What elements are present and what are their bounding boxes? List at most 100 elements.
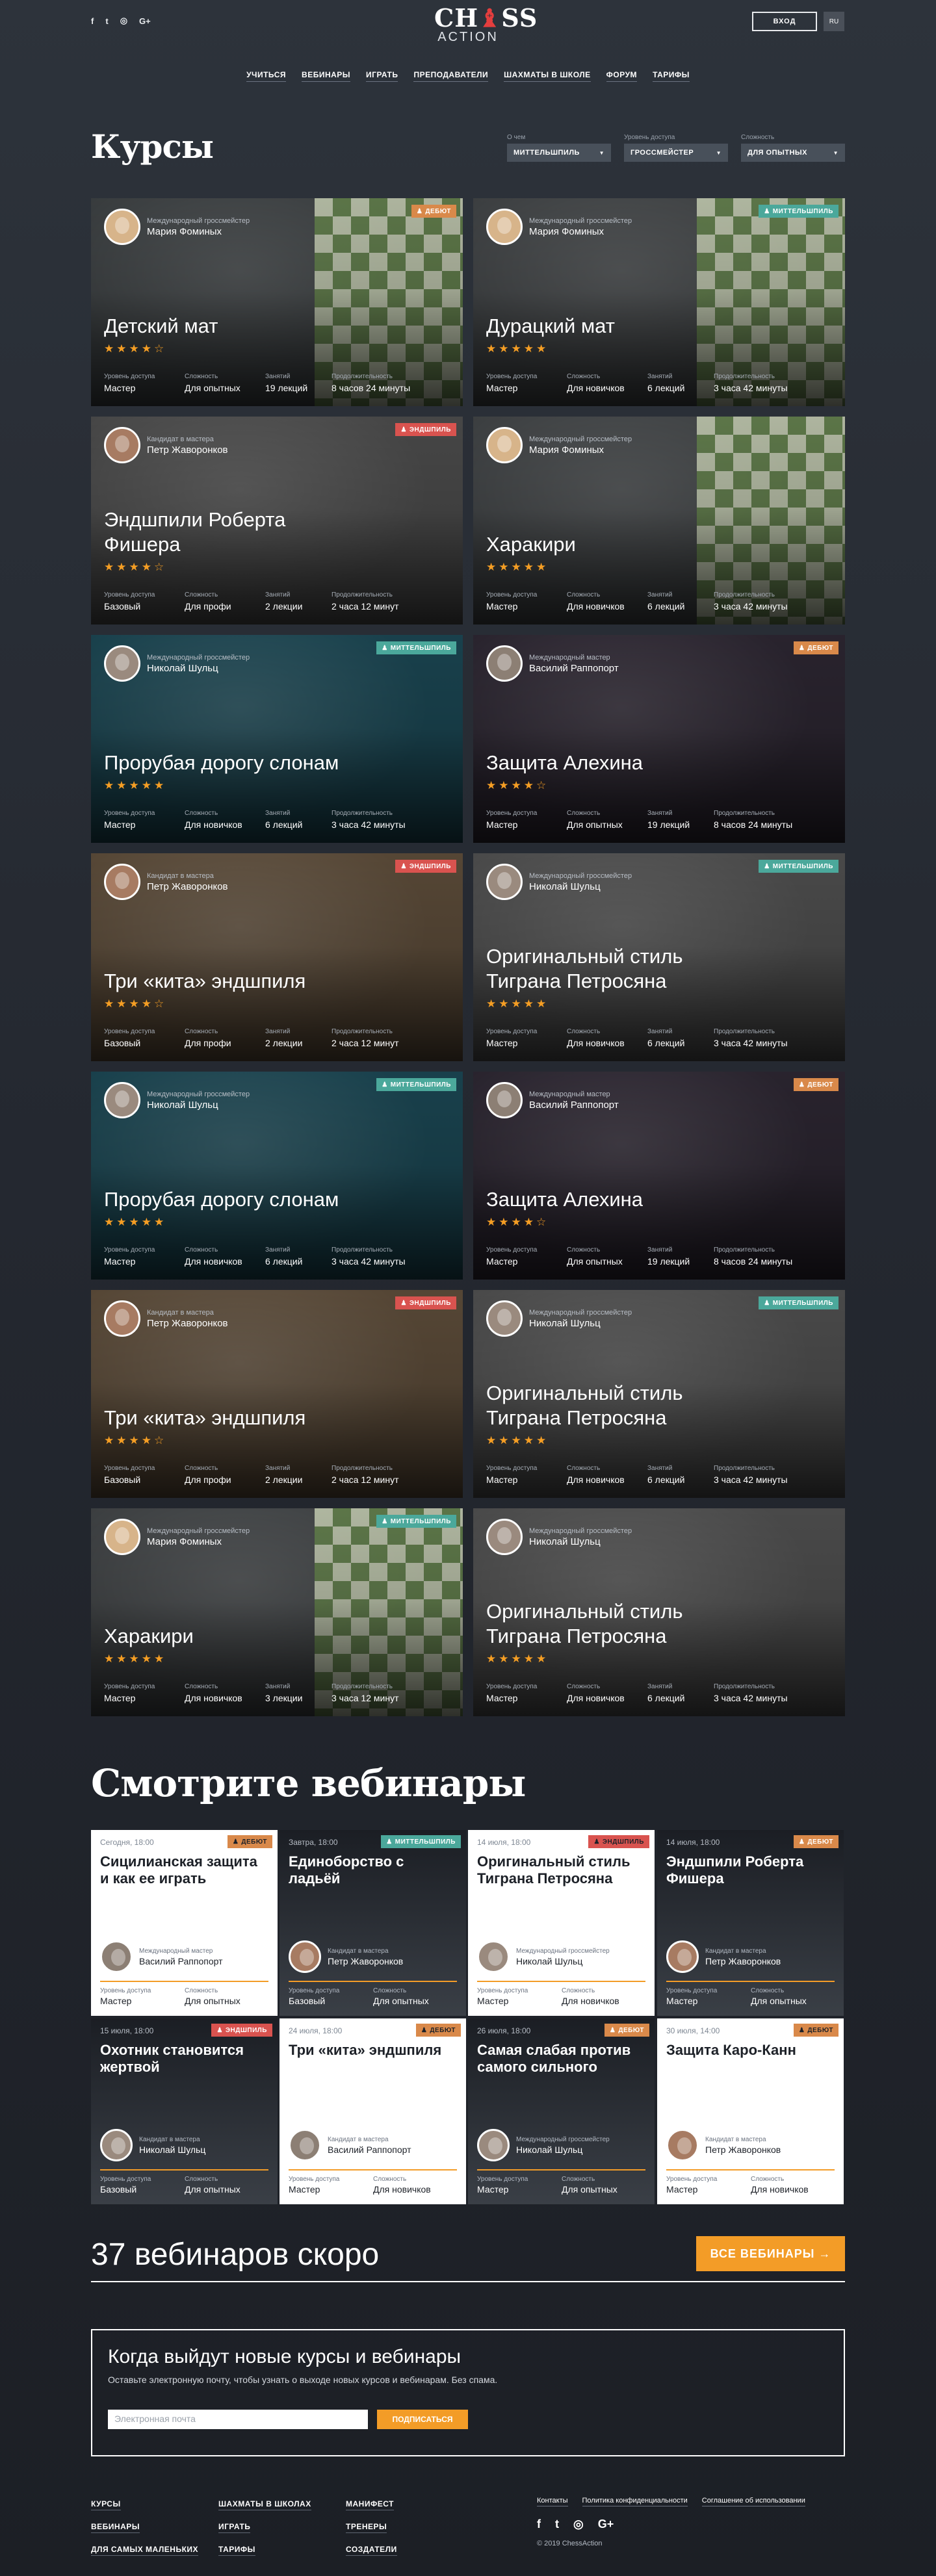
course-card[interactable]: Международный гроссмейстер Мария Фоминых Х… xyxy=(473,417,845,625)
email-field[interactable]: Электронная почта xyxy=(108,2410,368,2429)
course-card[interactable]: Международный гроссмейстер Мария Фоминых ♟… xyxy=(473,198,845,406)
footer-link-creators[interactable]: Создатели xyxy=(346,2545,397,2556)
course-card[interactable]: Международный гроссмейстер Николай Шульц О… xyxy=(473,1508,845,1716)
instagram-icon[interactable]: ◎ xyxy=(573,2518,584,2531)
webinar-card[interactable]: 14 июля, 18:00 ♟ Дебют Эндшпили Роберта Фиш… xyxy=(657,1830,844,2016)
facebook-icon[interactable]: f xyxy=(537,2518,541,2531)
webinar-card[interactable]: 26 июля, 18:00 ♟ Дебют Самая слабая против … xyxy=(468,2018,655,2204)
course-card[interactable]: Международный мастер Василий Раппопорт ♟ Де… xyxy=(473,1072,845,1280)
footer-link-manifest[interactable]: Манифест xyxy=(346,2499,394,2510)
footer-link-courses[interactable]: Курсы xyxy=(91,2499,121,2510)
instagram-icon[interactable]: ◎ xyxy=(120,16,127,26)
course-card[interactable]: Международный гроссмейстер Николай Шульц ♟… xyxy=(91,635,463,843)
person-icon: ♟ xyxy=(386,1838,393,1846)
meta-key: Уровень доступа xyxy=(486,1465,538,1472)
footer-link-contacts[interactable]: Контакты xyxy=(537,2497,568,2506)
footer-link-terms[interactable]: Соглашение об использовании xyxy=(701,2497,805,2506)
all-webinars-button[interactable]: Все вебинары → xyxy=(696,2236,845,2271)
badge-label: Миттельшпиль xyxy=(390,1081,451,1088)
avatar xyxy=(477,1940,510,1973)
meta-level: Для профи xyxy=(185,601,231,612)
webinar-card[interactable]: Сегодня, 18:00 ♟ Дебют Сицилианская защита … xyxy=(91,1830,278,2016)
filter-level-select[interactable]: Для опытных ▼ xyxy=(741,144,845,162)
course-card[interactable]: Международный гроссмейстер Мария Фоминых ♟… xyxy=(91,1508,463,1716)
meta-key: Уровень доступа xyxy=(477,1987,528,1994)
nav-item-forum[interactable]: Форум xyxy=(606,70,638,82)
twitter-icon[interactable]: t xyxy=(555,2518,559,2531)
rating-stars: ★★★★☆ xyxy=(104,1434,167,1447)
twitter-icon[interactable]: t xyxy=(105,16,108,26)
course-card[interactable]: Международный гроссмейстер Николай Шульц ♟… xyxy=(473,853,845,1061)
course-card[interactable]: Кандидат в мастера Петр Жаворонков ♟ Эндшпи… xyxy=(91,417,463,625)
webinar-card[interactable]: 15 июля, 18:00 ♟ Эндшпиль Охотник становитс… xyxy=(91,2018,278,2204)
meta-lessons: 6 лекций xyxy=(265,819,303,830)
meta-key: Продолжительность xyxy=(714,810,775,817)
meta-level: Для новичков xyxy=(567,601,625,612)
divider xyxy=(666,1981,835,1982)
webinar-card[interactable]: 30 июля, 14:00 ♟ Дебют Защита Каро-Канн Канд… xyxy=(657,2018,844,2204)
course-card[interactable]: Международный гроссмейстер Николай Шульц ♟… xyxy=(473,1290,845,1498)
filter-access-select[interactable]: Гроссмейстер ▼ xyxy=(624,144,728,162)
meta-duration: 3 часа 42 минуты xyxy=(714,383,788,393)
nav-item-pricing[interactable]: Тарифы xyxy=(653,70,690,82)
meta-level: Для опытных xyxy=(185,2184,240,2195)
footer-link-kids[interactable]: Для самых маленьких xyxy=(91,2545,199,2556)
course-author: Международный гроссмейстер Мария Фоминых xyxy=(104,1519,250,1555)
meta-key: Сложность xyxy=(185,810,218,817)
filter-value: Для опытных xyxy=(748,149,808,157)
avatar xyxy=(100,1940,133,1973)
divider xyxy=(91,2281,845,2282)
course-card[interactable]: Кандидат в мастера Петр Жаворонков ♟ Эндшпи… xyxy=(91,853,463,1061)
meta-key: Продолжительность xyxy=(714,1246,775,1254)
subscribe-text: Оставьте электронную почту, чтобы узнать… xyxy=(108,2375,498,2385)
webinar-card[interactable]: Завтра, 18:00 ♟ Миттельшпиль Единоборство с… xyxy=(280,1830,466,2016)
meta-key: Продолжительность xyxy=(332,373,393,380)
meta-key: Занятий xyxy=(265,1683,291,1690)
login-button[interactable]: ВХОД xyxy=(752,12,817,31)
meta-key: Уровень доступа xyxy=(477,2176,528,2183)
nav-item-play[interactable]: Играть xyxy=(366,70,398,82)
courses-title: Курсы xyxy=(91,127,214,166)
nav-item-learn[interactable]: Учиться xyxy=(246,70,287,82)
author-name: Василий Раппопорт xyxy=(529,1099,619,1111)
webinar-card[interactable]: 14 июля, 18:00 ♟ Эндшпиль Оригинальный стил… xyxy=(468,1830,655,2016)
subscribe-button[interactable]: Подписаться xyxy=(377,2410,468,2429)
meta-level: Для новичков xyxy=(185,1256,242,1267)
filter-access: Уровень доступа Гроссмейстер ▼ xyxy=(624,134,728,162)
logo[interactable]: CH♝SS ACTION xyxy=(434,5,537,44)
footer-link-privacy[interactable]: Политика конфиденциальности xyxy=(582,2497,688,2506)
category-badge: ♟ Миттельшпиль xyxy=(376,1515,456,1528)
footer-link-webinars[interactable]: Вебинары xyxy=(91,2522,140,2533)
facebook-icon[interactable]: f xyxy=(91,16,94,26)
footer-link-pricing[interactable]: Тарифы xyxy=(218,2545,255,2556)
course-author: Международный гроссмейстер Мария Фоминых xyxy=(486,427,632,463)
language-switch[interactable]: RU xyxy=(824,12,844,31)
course-card[interactable]: Кандидат в мастера Петр Жаворонков ♟ Эндшпи… xyxy=(91,1290,463,1498)
meta-key: Уровень доступа xyxy=(104,1465,155,1472)
category-badge: ♟ Миттельшпиль xyxy=(759,860,838,873)
webinar-card[interactable]: 24 июля, 18:00 ♟ Дебют Три «кита» эндшпиля К… xyxy=(280,2018,466,2204)
divider xyxy=(666,2169,835,2170)
meta-duration: 3 часа 42 минуты xyxy=(332,819,406,830)
google-plus-icon[interactable]: G+ xyxy=(598,2518,614,2531)
footer-legal-links: Контакты Политика конфиденциальности Сог… xyxy=(537,2497,805,2506)
filter-topic-select[interactable]: Миттельшпиль ▼ xyxy=(507,144,611,162)
nav-item-teachers[interactable]: Преподаватели xyxy=(413,70,489,82)
nav-item-webinars[interactable]: Вебинары xyxy=(302,70,351,82)
footer-link-schools[interactable]: Шахматы в школах xyxy=(218,2499,311,2510)
nav-item-school[interactable]: Шахматы в школе xyxy=(504,70,591,82)
course-card[interactable]: Международный мастер Василий Раппопорт ♟ Де… xyxy=(473,635,845,843)
course-card[interactable]: Международный гроссмейстер Мария Фоминых ♟… xyxy=(91,198,463,406)
badge-label: Дебют xyxy=(618,2026,644,2034)
webinar-author: Международный мастер Василий Раппопорт xyxy=(100,1940,223,1973)
meta-key: Занятий xyxy=(647,1683,673,1690)
footer-link-play[interactable]: Играть xyxy=(218,2522,251,2533)
filter-level: Сложность Для опытных ▼ xyxy=(741,134,845,162)
header-social: f t ◎ G+ xyxy=(91,16,151,26)
course-card[interactable]: Международный гроссмейстер Николай Шульц ♟… xyxy=(91,1072,463,1280)
meta-key: Сложность xyxy=(567,1683,601,1690)
person-icon: ♟ xyxy=(421,2026,428,2034)
avatar xyxy=(104,427,140,463)
footer-link-trainers[interactable]: Тренеры xyxy=(346,2522,387,2533)
google-plus-icon[interactable]: G+ xyxy=(139,16,151,26)
